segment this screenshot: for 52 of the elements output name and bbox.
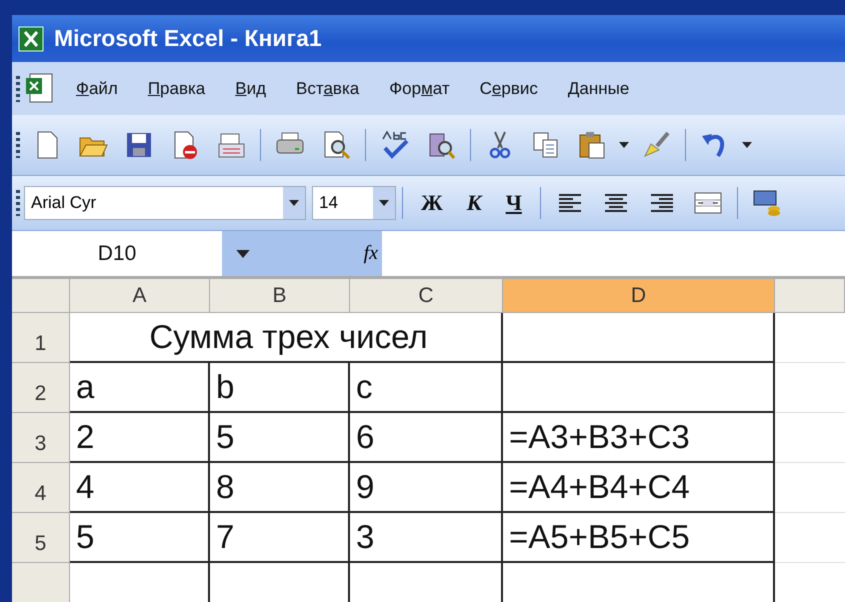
table-cell: =A4+B4+C4 bbox=[503, 463, 775, 513]
table-cell: 7 bbox=[210, 513, 350, 563]
menu-item[interactable]: Данные bbox=[568, 78, 630, 98]
row-header[interactable]: 1 bbox=[12, 313, 70, 363]
column-header[interactable]: A bbox=[70, 279, 210, 313]
table-cell: 5 bbox=[70, 513, 210, 563]
currency-icon[interactable] bbox=[752, 188, 782, 218]
workbook-icon[interactable] bbox=[24, 72, 54, 106]
table-cell: 6 bbox=[350, 413, 503, 463]
table-cell: 5 bbox=[210, 413, 350, 463]
menu-item[interactable]: Сервис bbox=[480, 78, 538, 98]
table-cell: c bbox=[350, 363, 503, 413]
table-cell: Сумма трех чисел bbox=[70, 313, 503, 363]
excel-logo-icon bbox=[18, 26, 44, 52]
bold-button[interactable]: Ж bbox=[421, 190, 443, 216]
menu-item[interactable]: Вид bbox=[235, 78, 266, 98]
underline-button[interactable]: Ч bbox=[506, 190, 522, 216]
paste-icon[interactable] bbox=[577, 130, 607, 160]
table-cell: a bbox=[70, 363, 210, 413]
table-cell: 8 bbox=[210, 463, 350, 513]
caret-icon[interactable] bbox=[289, 200, 299, 206]
save-icon[interactable] bbox=[124, 130, 154, 160]
column-header[interactable]: D bbox=[503, 279, 775, 313]
name-box[interactable]: D10 bbox=[12, 231, 222, 276]
font-size-dropdown[interactable]: 14 bbox=[312, 186, 396, 220]
caret-icon[interactable] bbox=[742, 142, 752, 148]
font-dropdown[interactable]: Arial Cyr bbox=[24, 186, 306, 220]
row-header[interactable]: 2 bbox=[12, 363, 70, 413]
function-button[interactable]: fx bbox=[364, 242, 378, 265]
italic-button[interactable]: К bbox=[466, 190, 482, 216]
table-cell: b bbox=[210, 363, 350, 413]
format-painter-icon[interactable] bbox=[641, 130, 671, 160]
table-cell: 3 bbox=[350, 513, 503, 563]
caret-icon[interactable] bbox=[379, 200, 389, 206]
caret-icon[interactable] bbox=[236, 250, 250, 258]
row-header[interactable]: 4 bbox=[12, 463, 70, 513]
row-header[interactable]: 5 bbox=[12, 513, 70, 563]
menu-item[interactable]: Правка bbox=[148, 78, 206, 98]
table-cell: =A3+B3+C3 bbox=[503, 413, 775, 463]
window-title: Microsoft Excel - Книга1 bbox=[54, 25, 322, 52]
menu-item[interactable]: Вставка bbox=[296, 78, 360, 98]
column-header[interactable]: B bbox=[210, 279, 350, 313]
menu-item[interactable]: Формат bbox=[389, 78, 450, 98]
menu-item[interactable]: Файл bbox=[76, 78, 118, 98]
row-header[interactable]: 3 bbox=[12, 413, 70, 463]
table-cell: 2 bbox=[70, 413, 210, 463]
column-header[interactable]: C bbox=[350, 279, 503, 313]
table-cell: 9 bbox=[350, 463, 503, 513]
spelling-icon[interactable] bbox=[380, 130, 410, 160]
table-cell: 4 bbox=[70, 463, 210, 513]
caret-icon[interactable] bbox=[619, 142, 629, 148]
table-cell: =A5+B5+C5 bbox=[503, 513, 775, 563]
